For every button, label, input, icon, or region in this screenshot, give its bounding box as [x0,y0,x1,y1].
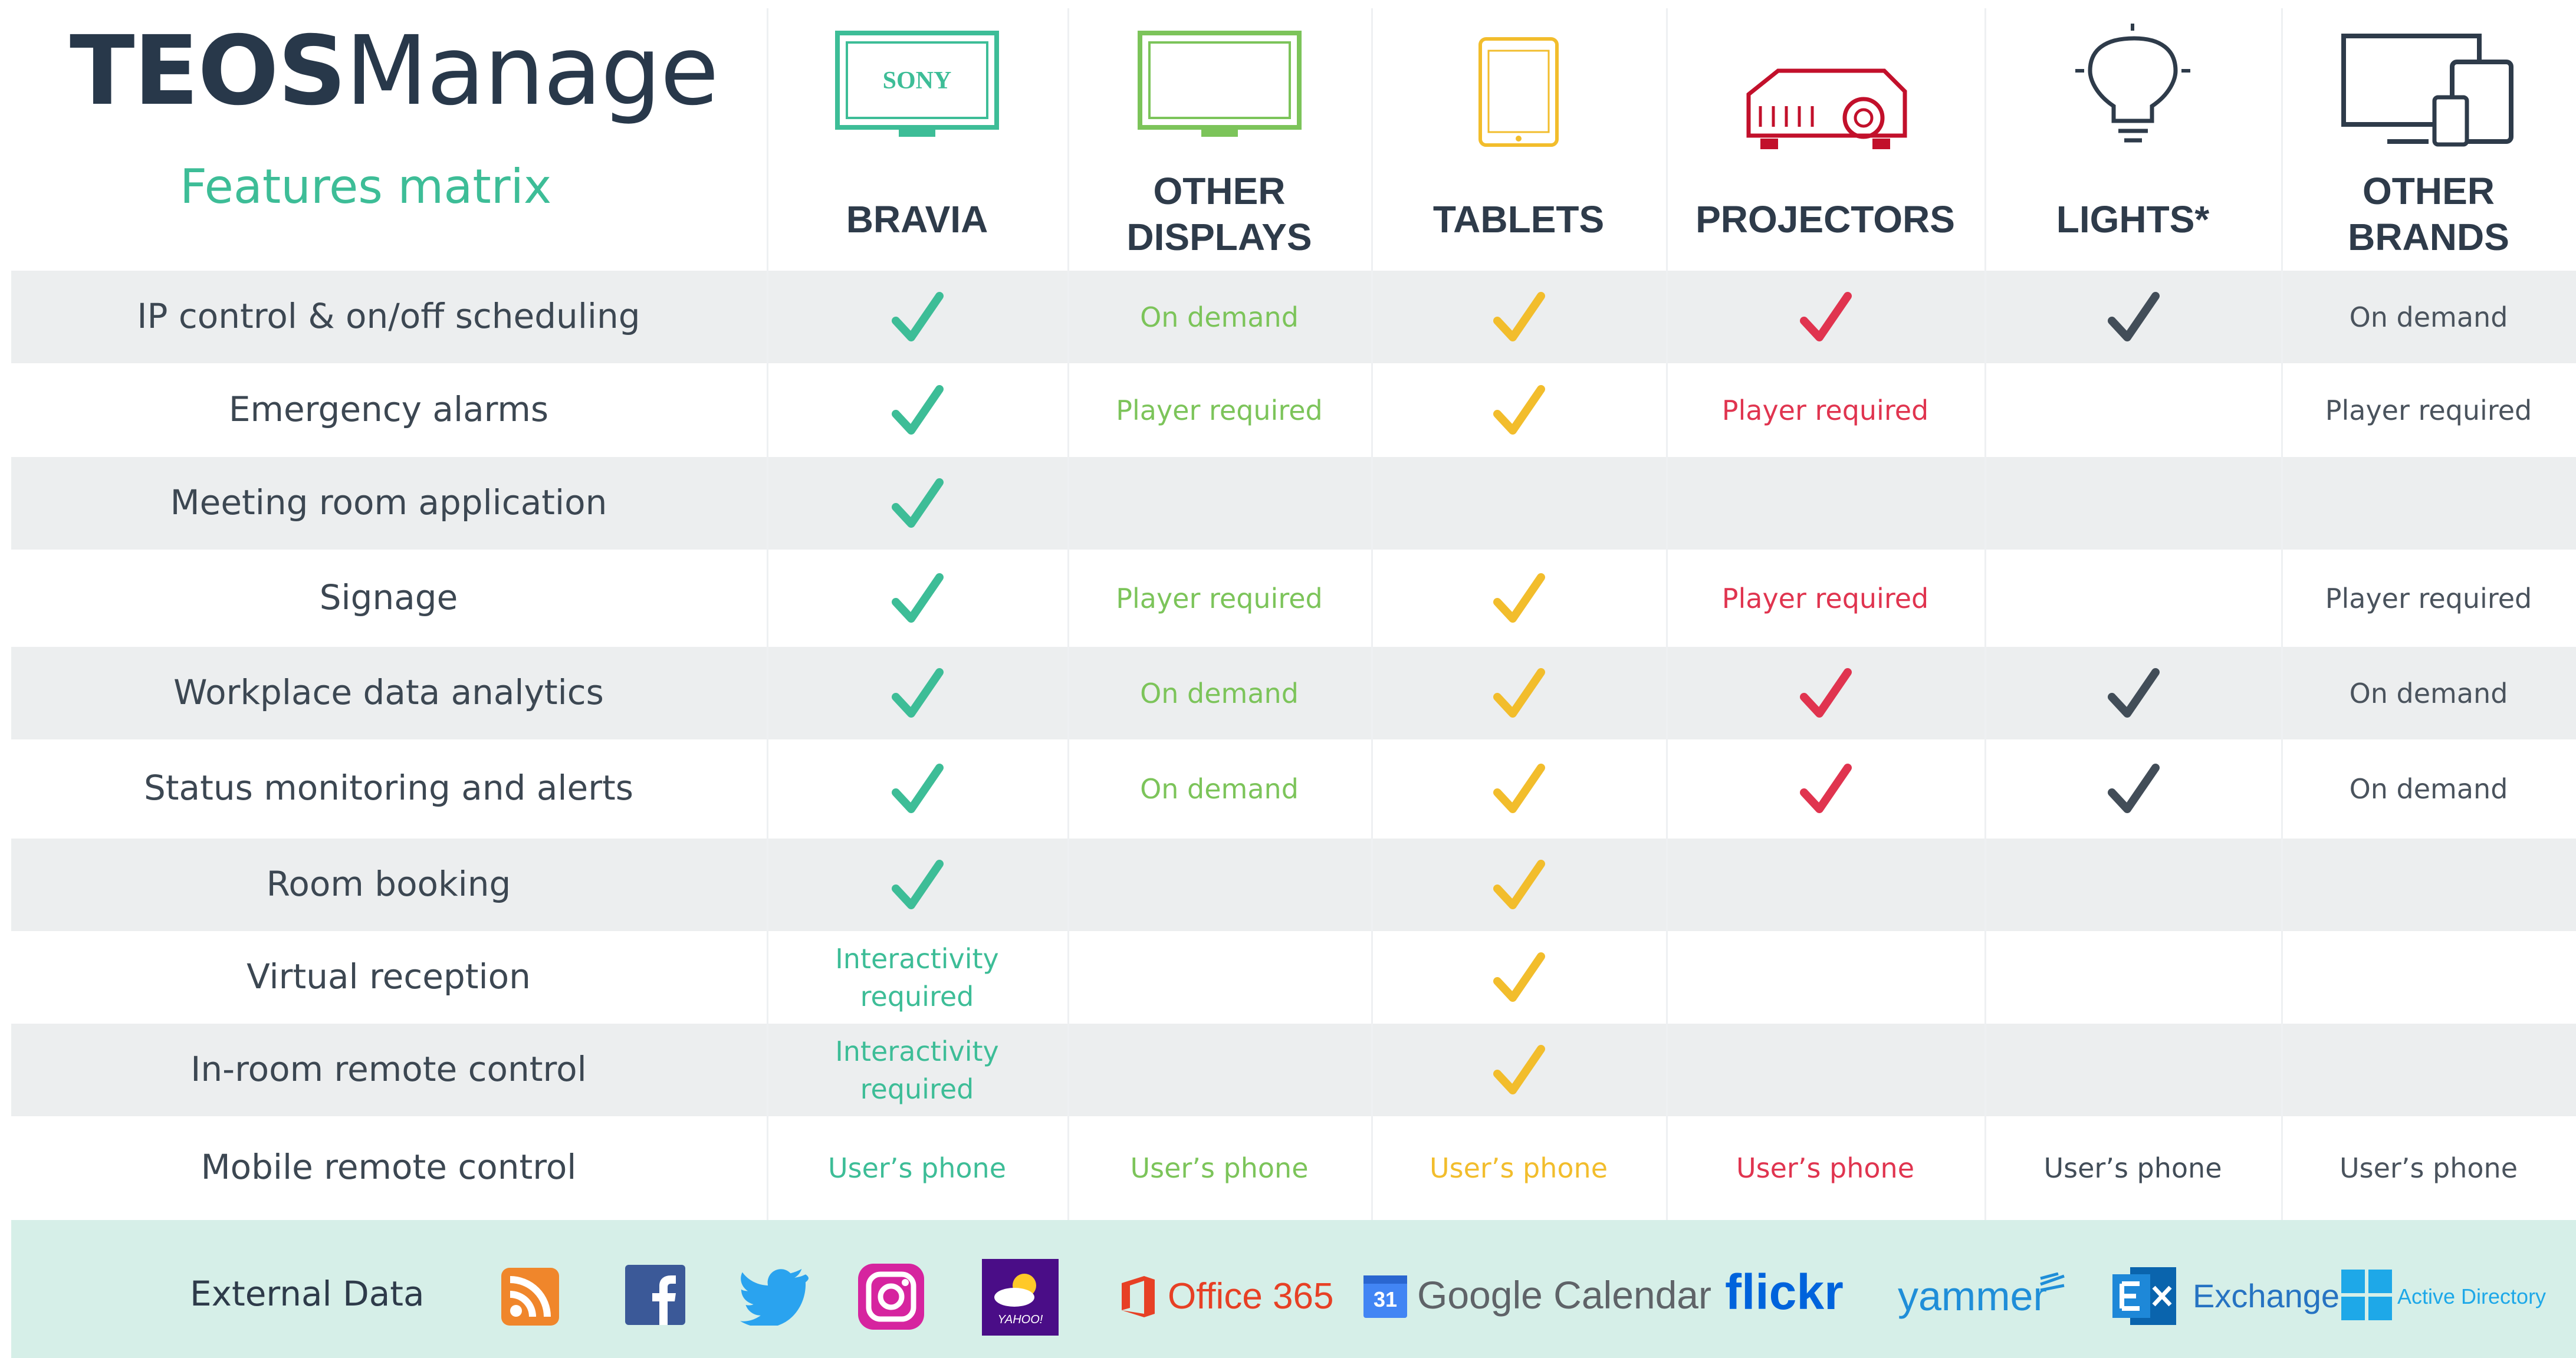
matrix-cell-text: On demand [2349,301,2508,333]
logo-text: flickr [1725,1264,1844,1320]
check-icon [1491,383,1546,440]
column-divider [1371,8,1373,1220]
logo-text: yammer [1898,1273,2047,1319]
facebook-icon [625,1265,685,1325]
check-icon [1798,666,1852,724]
twitter-icon [740,1268,811,1328]
check-icon [890,476,944,534]
matrix-cell-text: User’s phone [2043,1152,2222,1184]
svg-text:SONY: SONY [883,67,952,94]
logo-text: Google Calendar [1417,1273,1711,1317]
instagram-icon [858,1264,924,1330]
check-icon [890,383,944,440]
row-label: Emergency alarms [228,389,549,429]
office365-logo [1121,1275,1156,1318]
check-icon [1491,290,1546,347]
check-icon [890,858,944,915]
column-header-line: BRANDS [2348,216,2509,258]
column-divider [1984,8,1986,1220]
row-label: Room booking [266,863,511,904]
logo-text: Exchange [2193,1277,2340,1314]
external-data-label: External Data [190,1274,425,1314]
matrix-cell-text: Player required [1721,582,1929,614]
check-icon [890,666,944,724]
google-calendar-logo: 31 [1363,1271,1407,1318]
row-label: In-room remote control [190,1048,587,1089]
row-label: Workplace data analytics [173,672,604,712]
check-icon [1491,1043,1546,1100]
matrix-cell-text: Player required [2325,582,2532,614]
column-header: TABLETS [1432,198,1605,241]
column-header-line: OTHER [2363,170,2495,212]
row-label: Meeting room application [170,482,607,522]
logo-text: Active Directory [2397,1284,2547,1308]
check-icon [2106,666,2160,724]
sony-tv-icon: SONY [834,29,1000,144]
yammer-swoosh-icon [2035,1272,2070,1299]
row-label: Signage [319,577,458,617]
matrix-cell-text: On demand [2349,677,2508,709]
row-label: Status monitoring and alerts [143,768,633,808]
exchange-logo [2112,1264,2177,1329]
yahoo-label: YAHOO! [997,1313,1043,1326]
devices-icon [2340,32,2517,153]
matrix-cell-text: User’s phone [1130,1152,1309,1184]
column-header-line: DISPLAYS [1126,216,1312,258]
matrix-cell-text: Interactivity required [835,1035,999,1105]
matrix-cell-text: User’s phone [2339,1152,2518,1184]
check-icon [2106,290,2160,347]
rss-icon [501,1268,559,1326]
check-icon [1798,762,1852,819]
matrix-cell-text: User’s phone [1429,1152,1608,1184]
check-icon [1491,951,1546,1008]
column-header: OTHER DISPLAYS [1067,168,1371,260]
row-label: IP control & on/off scheduling [137,295,640,336]
page-subtitle: Features matrix [180,159,552,214]
matrix-cell-text: User’s phone [827,1152,1006,1184]
check-icon [1491,858,1546,915]
check-icon [1491,571,1546,629]
brand-title: TEOSManage [70,24,719,119]
brand-bold: TEOS [70,16,347,127]
check-icon [2106,762,2160,819]
projector-icon [1737,59,1914,156]
matrix-cell-text: Player required [2325,394,2532,426]
check-icon [890,762,944,819]
logo-text: Office 365 [1168,1276,1334,1317]
row-label: Virtual reception [247,956,531,997]
column-header-line: OTHER [1153,170,1286,212]
matrix-cell-text: On demand [1140,773,1299,805]
active-directory-logo [2341,1270,2392,1320]
check-icon [1491,762,1546,819]
tablet-icon [1476,35,1562,154]
column-header: PROJECTORS [1696,198,1955,241]
column-header: BRAVIA [846,198,988,241]
matrix-cell-text: Player required [1116,582,1323,614]
yahoo-weather-icon: YAHOO! [982,1259,1059,1336]
matrix-cell-text: Player required [1116,394,1323,426]
matrix-cell-text: On demand [1140,301,1299,333]
check-icon [890,290,944,347]
column-header: OTHER BRANDS [2281,168,2576,260]
lightbulb-icon [2072,24,2194,147]
check-icon [1491,666,1546,724]
check-icon [890,571,944,629]
matrix-cell-text: On demand [2349,773,2508,805]
row-label: Mobile remote control [201,1147,577,1187]
display-icon [1136,29,1303,144]
matrix-cell-text: User’s phone [1736,1152,1914,1184]
matrix-cell-text: Interactivity required [835,942,999,1012]
calendar-badge: 31 [1373,1287,1398,1311]
brand-light: Manage [345,16,719,127]
column-header: LIGHTS* [2056,198,2210,241]
matrix-cell-text: Player required [1721,394,1929,426]
matrix-cell-text: On demand [1140,677,1299,709]
check-icon [1798,290,1852,347]
